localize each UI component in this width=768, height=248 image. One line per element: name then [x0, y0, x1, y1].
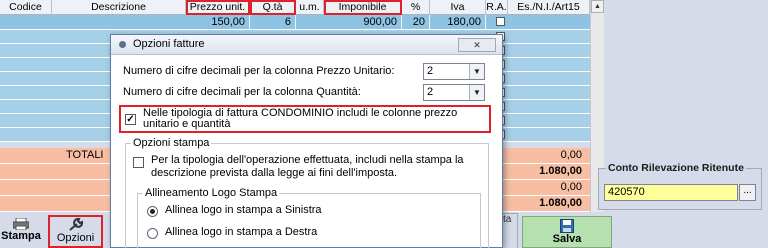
descrizione-legge-label: Per la tipologia dell'operazione effettu… — [151, 154, 464, 180]
logo-sinistra-radio[interactable] — [147, 206, 158, 217]
condominio-label: Nelle tipologia di fattura CONDOMINIO in… — [143, 108, 457, 130]
ra-checkbox[interactable] — [496, 17, 505, 26]
printer-icon — [13, 218, 29, 230]
hidden-group-label: ta — [503, 214, 512, 225]
floppy-disk-icon — [560, 219, 574, 233]
salva-label: Salva — [552, 233, 582, 245]
descrizione-legge-checkbox[interactable] — [133, 157, 144, 168]
prezzo-decimali-label: Numero di cifre decimali per la colonna … — [123, 65, 395, 77]
cell-imponibile[interactable]: 900,00 — [324, 15, 402, 29]
cell-iva[interactable]: 180,00 — [430, 15, 486, 29]
logo-sinistra-label: Allinea logo in stampa a Sinistra — [165, 204, 322, 216]
stampa-line1: Per la tipologia dell'operazione effettu… — [151, 154, 464, 166]
conto-lookup-button[interactable]: ... — [739, 184, 756, 201]
opzioni-label: Opzioni — [56, 232, 95, 244]
chevron-down-icon[interactable]: ▼ — [469, 64, 484, 79]
prezzo-decimali-value: 2 — [427, 65, 434, 77]
close-icon[interactable]: ✕ — [458, 38, 496, 52]
logo-destra-label: Allinea logo in stampa a Destra — [165, 226, 318, 238]
cell-prezzo[interactable]: 150,00 — [186, 15, 250, 29]
col-esenzione[interactable]: Es./N.I./Art15 — [508, 0, 590, 15]
dialog-titlebar[interactable]: Opzioni fatture ✕ — [111, 35, 502, 55]
dialog-title: Opzioni fatture — [133, 38, 205, 50]
condominio-checkbox[interactable]: ✓ — [125, 114, 136, 125]
conto-ritenute-input[interactable]: 420570 — [604, 184, 738, 201]
total-value: 1.080,00 — [539, 165, 582, 177]
col-ra[interactable]: R.A. — [486, 0, 508, 15]
stampa-line2: descrizione prevista dalla legge ai fini… — [151, 167, 398, 179]
condominio-option: ✓ Nelle tipologia di fattura CONDOMINIO … — [119, 105, 491, 133]
quantita-decimali-select[interactable]: 2 ▼ — [423, 84, 485, 101]
col-quantita[interactable]: Q.tà — [250, 0, 296, 15]
total-value: 1.080,00 — [539, 197, 582, 209]
opzioni-button[interactable]: Opzioni — [48, 215, 103, 248]
cell-perc[interactable]: 20 — [402, 15, 430, 29]
col-codice[interactable]: Codice — [0, 0, 52, 15]
quantita-decimali-label: Numero di cifre decimali per la colonna … — [123, 86, 361, 98]
chevron-down-icon[interactable]: ▼ — [469, 85, 484, 100]
total-value: 0,00 — [560, 181, 582, 193]
salva-button[interactable]: Salva — [522, 216, 612, 248]
col-um[interactable]: u.m. — [296, 0, 324, 15]
grid-header: Codice Descrizione Prezzo unit. Q.tà u.m… — [0, 0, 590, 15]
allineamento-logo-label: Allineamento Logo Stampa — [143, 187, 280, 199]
conto-ritenute-label: Conto Rilevazione Ritenute — [606, 162, 746, 174]
allineamento-logo-group — [137, 193, 481, 248]
condominio-line2: unitario e quantità — [143, 118, 231, 130]
wrench-icon — [68, 218, 83, 231]
opzioni-stampa-label: Opzioni stampa — [131, 137, 212, 149]
stampa-button[interactable]: Stampa — [0, 216, 42, 248]
quantita-decimali-value: 2 — [427, 86, 434, 98]
stampa-label: Stampa — [1, 230, 41, 242]
col-descrizione[interactable]: Descrizione — [52, 0, 186, 15]
scroll-up-icon[interactable]: ▲ — [591, 0, 604, 13]
prezzo-decimali-select[interactable]: 2 ▼ — [423, 63, 485, 80]
col-percentuale[interactable]: % — [402, 0, 430, 15]
col-imponibile[interactable]: Imponibile — [324, 0, 402, 15]
opzioni-fatture-dialog: Opzioni fatture ✕ Numero di cifre decima… — [110, 34, 503, 248]
totals-label: TOTALI — [66, 149, 104, 161]
total-value: 0,00 — [560, 149, 582, 161]
cell-qta[interactable]: 6 — [250, 15, 296, 29]
col-iva[interactable]: Iva — [430, 0, 486, 15]
col-prezzo-unitario[interactable]: Prezzo unit. — [186, 0, 250, 15]
dialog-app-icon — [119, 41, 126, 48]
logo-destra-radio[interactable] — [147, 228, 158, 239]
